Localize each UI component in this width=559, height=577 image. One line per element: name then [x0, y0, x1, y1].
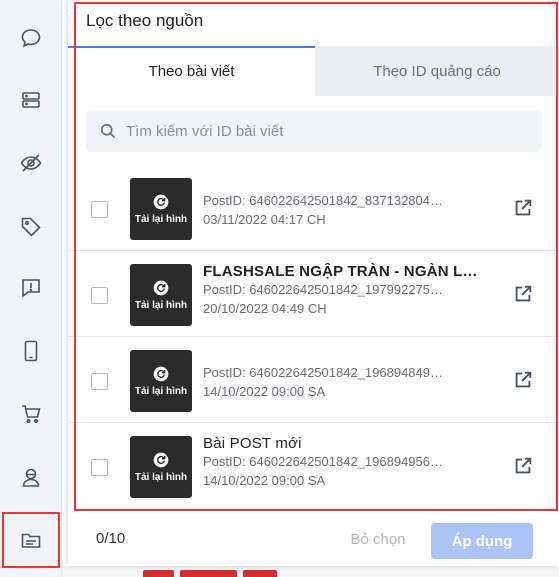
post-title: Bài POST mới	[203, 435, 302, 452]
list-item[interactable]: Tải lại hình PostID: 646022642501842_196…	[68, 337, 559, 423]
post-id: PostID: 646022642501842_196894849…	[203, 365, 443, 380]
post-id: PostID: 646022642501842_837132804…	[203, 193, 443, 208]
chat-icon	[21, 29, 41, 48]
background-strip	[62, 566, 559, 577]
phone-icon	[24, 340, 38, 362]
rail-item-phone[interactable]	[0, 331, 62, 371]
search-icon	[100, 123, 116, 139]
panel-title: Lọc theo nguồn	[86, 11, 204, 30]
reload-icon	[153, 280, 169, 295]
post-date: 14/10/2022 09:00 SA	[203, 384, 326, 399]
thumbnail-reload-label: Tải lại hình	[134, 299, 188, 311]
background-chip	[243, 570, 277, 577]
open-external-icon[interactable]	[512, 283, 534, 305]
select-checkbox[interactable]	[91, 201, 108, 218]
selection-count: 0/10	[96, 530, 126, 547]
cart-icon	[22, 405, 41, 423]
source-filter-panel: Lọc theo nguồn Theo bài viết Theo ID quả…	[68, 0, 559, 566]
post-title: FLASHSALE NGẬP TRÀN - NGÀN LỚI …	[203, 263, 488, 280]
tab-by-ad-id[interactable]: Theo ID quảng cáo	[315, 46, 559, 96]
rail-item-server[interactable]	[0, 80, 62, 120]
background-chip	[143, 570, 174, 577]
select-checkbox[interactable]	[91, 287, 108, 304]
open-external-icon[interactable]	[512, 197, 534, 219]
select-checkbox[interactable]	[91, 459, 108, 476]
post-id: PostID: 646022642501842_197992275…	[203, 282, 443, 297]
reload-icon	[153, 366, 169, 381]
agent-icon	[22, 468, 40, 487]
rail-item-tags[interactable]	[0, 206, 62, 246]
post-list: Tải lại hình PostID: 646022642501842_837…	[68, 165, 559, 509]
post-info: FLASHSALE NGẬP TRÀN - NGÀN LỚI … PostID:…	[203, 263, 488, 318]
select-checkbox[interactable]	[91, 373, 108, 390]
reload-icon	[153, 194, 169, 209]
clear-selection-button[interactable]: Bỏ chọn	[338, 528, 418, 550]
reload-icon	[153, 452, 169, 467]
panel-footer: 0/10 Bỏ chọn Áp dụng	[68, 511, 559, 566]
tab-by-post[interactable]: Theo bài viết	[68, 46, 315, 96]
post-date: 03/11/2022 04:17 CH	[203, 212, 326, 227]
server-icon	[22, 92, 40, 108]
list-item[interactable]: Tải lại hình FLASHSALE NGẬP TRÀN - NGÀN …	[68, 251, 559, 337]
search-input[interactable]	[126, 122, 526, 140]
rail-item-chat[interactable]	[0, 18, 62, 58]
post-thumbnail[interactable]: Tải lại hình	[130, 178, 192, 240]
thumbnail-reload-label: Tải lại hình	[134, 385, 188, 397]
tab-bar: Theo bài viết Theo ID quảng cáo	[68, 46, 559, 96]
rail-active-highlight	[2, 512, 60, 568]
background-chip	[180, 570, 237, 577]
left-rail	[0, 0, 62, 577]
search-box	[86, 110, 542, 152]
post-info: Bài POST mới PostID: 646022642501842_196…	[203, 435, 488, 490]
apply-button[interactable]: Áp dụng	[431, 523, 533, 559]
report-chat-icon	[22, 279, 40, 298]
app-root: Lọc theo nguồn Theo bài viết Theo ID quả…	[0, 0, 559, 577]
rail-item-agent[interactable]	[0, 457, 62, 497]
post-info: PostID: 646022642501842_837132804… 03/11…	[203, 191, 488, 229]
post-thumbnail[interactable]: Tải lại hình	[130, 436, 192, 498]
thumbnail-reload-label: Tải lại hình	[134, 471, 188, 483]
post-date: 14/10/2022 09:00 SA	[203, 473, 326, 488]
post-thumbnail[interactable]: Tải lại hình	[130, 264, 192, 326]
open-external-icon[interactable]	[512, 369, 534, 391]
rail-item-cart[interactable]	[0, 394, 62, 434]
post-id: PostID: 646022642501842_196894956…	[203, 454, 443, 469]
rail-item-report[interactable]	[0, 268, 62, 308]
open-external-icon[interactable]	[512, 455, 534, 477]
post-info: PostID: 646022642501842_196894849… 14/10…	[203, 363, 488, 401]
list-item[interactable]: Tải lại hình Bài POST mới PostID: 646022…	[68, 423, 559, 509]
list-item[interactable]: Tải lại hình PostID: 646022642501842_837…	[68, 165, 559, 251]
post-date: 20/10/2022 04:49 CH	[203, 301, 327, 316]
eye-off-icon	[20, 154, 42, 172]
tag-icon	[21, 217, 41, 237]
rail-item-hidden[interactable]	[0, 143, 62, 183]
thumbnail-reload-label: Tải lại hình	[134, 213, 188, 225]
post-thumbnail[interactable]: Tải lại hình	[130, 350, 192, 412]
